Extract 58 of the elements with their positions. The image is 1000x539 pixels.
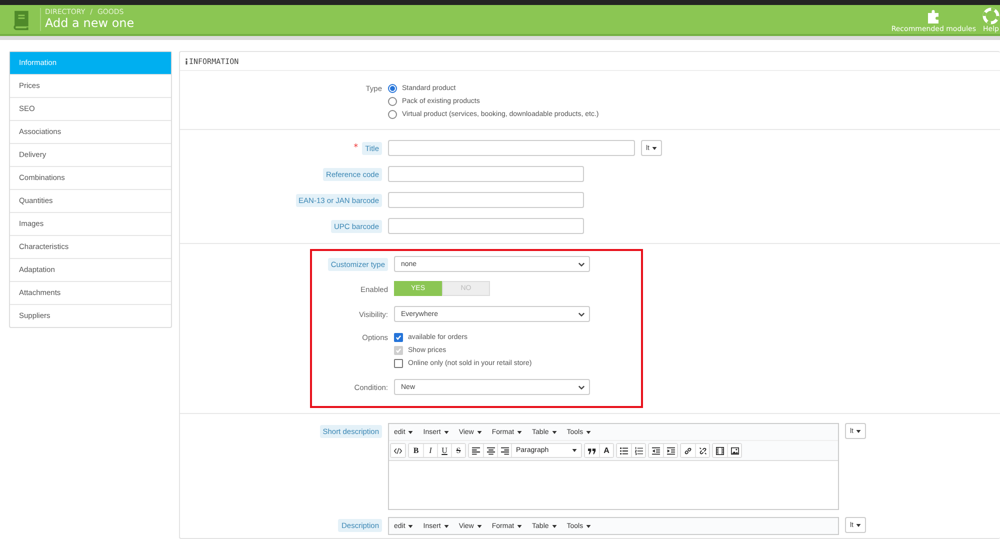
caret-icon [552,524,557,528]
caret-icon [856,524,860,526]
chevron-icon [578,312,585,316]
radio-button[interactable] [388,110,397,119]
caret-icon [586,524,592,528]
caret-icon [476,524,482,528]
caret-icon [572,449,577,452]
numbered-list-icon [634,446,642,454]
checkbox[interactable] [394,333,403,342]
radio-button[interactable] [388,84,397,93]
radio-button[interactable] [388,97,397,106]
quote-icon [588,446,596,454]
align-center-icon [486,446,494,454]
text-field[interactable] [388,218,584,234]
caret-icon [408,430,414,434]
image-icon [730,446,738,454]
checkbox[interactable] [394,359,403,368]
text-field[interactable] [388,140,635,156]
caret-icon [476,430,482,434]
chevron-icon [578,384,585,390]
text-field[interactable] [388,166,584,182]
chevron-icon [578,262,585,266]
page-title: Add a new one [45,16,134,31]
toolbar-button[interactable] [391,444,405,457]
toolbar-button[interactable] [497,444,511,457]
caret-icon [408,524,414,528]
toolbar-button[interactable] [713,444,727,457]
align-right-icon [500,446,508,454]
caret-icon [552,430,557,434]
bullet-list-icon [620,446,628,454]
caret-icon [444,430,449,434]
strike-button[interactable]: S [451,444,465,457]
caret-icon [586,430,592,434]
required-mark: * [354,143,358,153]
toolbar-button[interactable] [585,444,599,457]
toolbar-button[interactable] [617,444,631,457]
caret-icon [517,524,522,528]
film-icon [716,446,724,454]
caret-icon [444,524,449,528]
toolbar-button[interactable] [483,444,497,457]
toolbar-button[interactable] [469,444,483,457]
info-icon [185,58,188,64]
toolbar-button[interactable] [631,444,645,457]
toolbar-button[interactable] [649,444,663,457]
outdent-icon [652,446,660,454]
caret-icon [517,430,522,434]
color-button[interactable]: A [599,444,613,457]
unlink-icon [698,446,706,454]
code-icon [394,446,402,454]
caret-icon [856,430,860,432]
toolbar-button[interactable] [727,444,741,457]
link-icon [684,446,692,454]
toolbar-button[interactable] [663,444,677,457]
indent-icon [666,446,674,454]
toolbar-button[interactable] [695,444,709,457]
align-left-icon [472,446,480,454]
caret-icon [652,146,656,150]
text-field[interactable] [388,192,584,208]
